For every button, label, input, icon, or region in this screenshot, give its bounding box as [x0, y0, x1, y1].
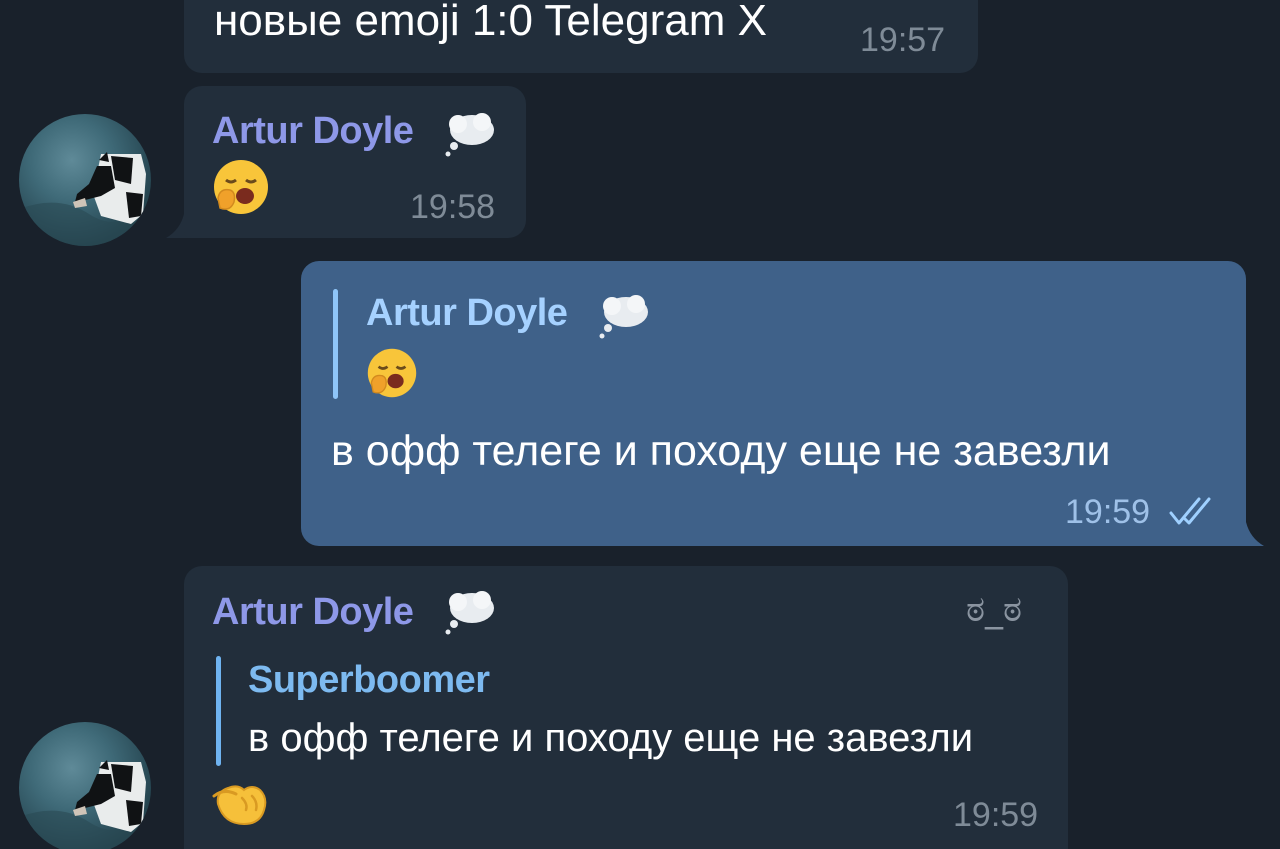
double-check-icon: [1169, 497, 1211, 525]
pinching-hand-icon: [212, 785, 267, 826]
sender-title-badge: ಠ_ಠ: [966, 589, 1023, 630]
quote-sender-name[interactable]: Artur Doyle: [366, 292, 568, 335]
yawning-face-icon: [367, 348, 417, 398]
message-bubble[interactable]: Artur Doyle 19:58: [184, 86, 526, 238]
message-time: 19:59: [1065, 493, 1151, 531]
message-time: 19:58: [410, 188, 496, 226]
reply-sender-name[interactable]: Superboomer: [248, 659, 490, 702]
message-bubble[interactable]: Artur Doyle ಠ_ಠ Superboomer в офф телеге…: [184, 566, 1068, 849]
sender-name[interactable]: Artur Doyle: [212, 591, 414, 634]
yawning-face-icon: [214, 160, 268, 214]
reply-bar: [216, 656, 221, 766]
message-bubble[interactable]: новые emoji 1:0 Telegram X 19:57: [184, 0, 978, 73]
cow-avatar-image: [19, 152, 151, 246]
message-time: 19:57: [860, 21, 946, 59]
cow-avatar-image: [19, 760, 151, 849]
thought-balloon-icon: [599, 295, 648, 339]
thought-balloon-icon: [445, 591, 494, 635]
bubble-tail: [1240, 522, 1264, 546]
message-text: в офф телеге и походу еще не завезли: [331, 427, 1111, 475]
avatar[interactable]: [19, 114, 151, 246]
chat-history: новые emoji 1:0 Telegram X 19:57 Artur D…: [0, 0, 1280, 849]
quote-bar: [333, 289, 338, 399]
message-text: новые emoji 1:0 Telegram X: [214, 0, 767, 45]
thought-balloon-icon: [445, 113, 494, 157]
outgoing-message-bubble[interactable]: Artur Doyle в офф телеге и походу еще не…: [301, 261, 1246, 546]
avatar[interactable]: [19, 722, 151, 849]
message-time: 19:59: [953, 796, 1039, 834]
sender-name[interactable]: Artur Doyle: [212, 110, 414, 153]
reply-text[interactable]: в офф телеге и походу еще не завезли: [248, 716, 973, 761]
